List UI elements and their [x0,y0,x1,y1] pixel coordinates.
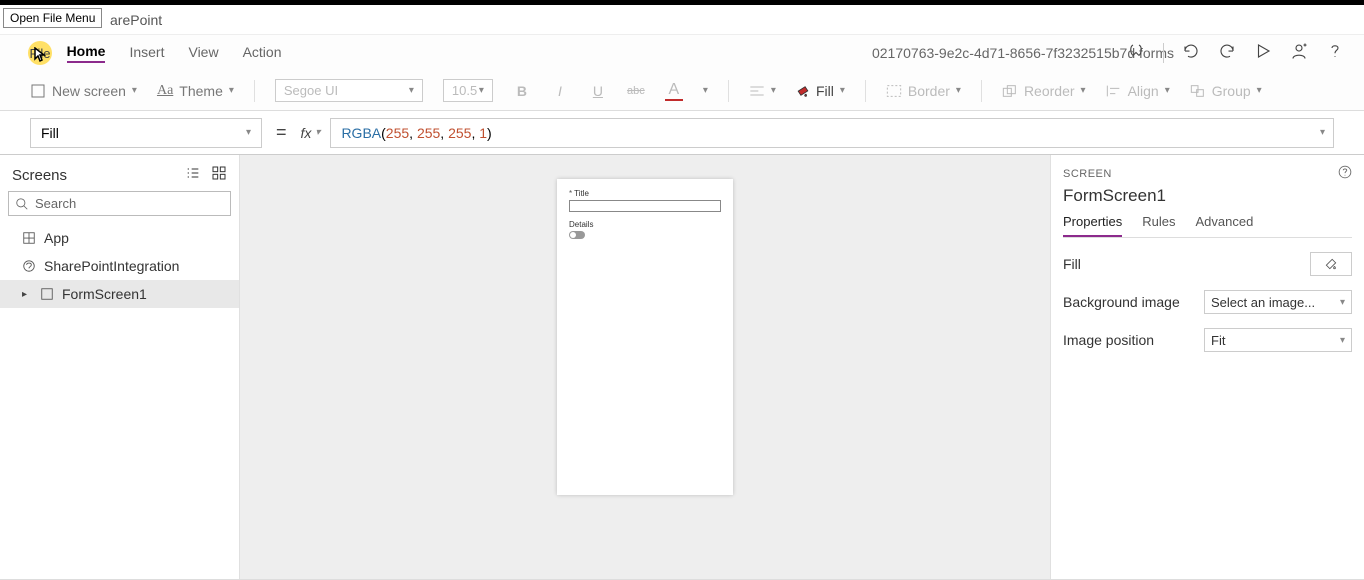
prop-bgimage-label: Background image [1063,294,1180,310]
prop-fill-button[interactable] [1310,252,1352,276]
tree-item-formscreen[interactable]: ▸ FormScreen1 [0,280,239,308]
tab-advanced[interactable]: Advanced [1196,214,1254,237]
prop-bgimage-select[interactable]: Select an image...▾ [1204,290,1352,314]
group-button[interactable]: Group▾ [1190,83,1262,99]
form-details-label: Details [569,220,721,229]
undo-icon[interactable] [1182,42,1200,65]
properties-panel: SCREEN FormScreen1 Properties Rules Adva… [1050,155,1364,579]
italic-icon[interactable]: I [551,83,569,99]
panel-title: FormScreen1 [1063,186,1352,206]
align-text-button[interactable]: ▾ [749,84,776,98]
menu-view[interactable]: View [188,44,218,62]
theme-button[interactable]: Aa Theme▾ [157,83,234,99]
toolbar: New screen▾ Aa Theme▾ Segoe UI▾ 10.5▾ B … [0,71,1364,111]
panel-title: Screens [12,167,67,184]
panel-help-icon[interactable] [1338,165,1352,182]
play-icon[interactable] [1254,42,1272,65]
border-button[interactable]: Border▾ [886,83,961,99]
menu-action[interactable]: Action [243,44,282,62]
new-screen-button[interactable]: New screen▾ [30,83,137,99]
app-checker-icon[interactable] [1127,42,1145,65]
tree-search-input[interactable]: Search [8,191,231,216]
form-details-toggle[interactable] [569,231,585,239]
share-icon[interactable] [1290,42,1308,65]
font-color-button[interactable]: A [665,81,683,101]
menu-bar: File File Home Insert View Action 021707… [0,35,1364,71]
tab-rules[interactable]: Rules [1142,214,1175,237]
tree-item-app[interactable]: App [0,224,239,252]
tree-panel: Screens Search App SharePointIntegration… [0,155,240,579]
form-preview[interactable]: *Title Details [557,179,733,495]
form-title-label: Title [574,189,589,198]
canvas[interactable]: *Title Details [240,155,1050,579]
fill-button[interactable]: Fill▾ [796,83,845,99]
equals-label: = [272,122,291,143]
form-title-input[interactable] [569,200,721,212]
font-size-select[interactable]: 10.5▾ [443,79,493,102]
tree-grid-icon[interactable] [211,165,227,185]
redo-icon[interactable] [1218,42,1236,65]
title-bar: arePoint [0,5,1364,35]
property-select[interactable]: Fill▾ [30,118,262,148]
menu-insert[interactable]: Insert [129,44,164,62]
tooltip-open-file: Open File Menu [3,8,102,28]
align-button[interactable]: Align▾ [1106,83,1170,99]
prop-fill-label: Fill [1063,256,1081,272]
underline-icon[interactable]: U [589,83,607,99]
panel-kind: SCREEN [1063,168,1112,180]
strike-icon[interactable]: abc [627,85,645,97]
bold-icon[interactable]: B [513,83,531,99]
formula-input[interactable]: RGBA(255, 255, 255, 1) ▾ [330,118,1334,148]
font-select[interactable]: Segoe UI▾ [275,79,423,102]
tree-item-sharepoint[interactable]: SharePointIntegration [0,252,239,280]
formula-bar: Fill▾ = fx▾ RGBA(255, 255, 255, 1) ▾ [0,111,1364,155]
help-icon[interactable] [1326,42,1344,65]
tab-properties[interactable]: Properties [1063,214,1122,237]
reorder-button[interactable]: Reorder▾ [1002,83,1086,99]
prop-imgpos-label: Image position [1063,332,1154,348]
menu-home[interactable]: Home [67,43,106,63]
prop-imgpos-select[interactable]: Fit▾ [1204,328,1352,352]
fx-label[interactable]: fx▾ [301,125,321,141]
cursor-icon [34,47,46,66]
tree-list-icon[interactable] [185,165,201,185]
